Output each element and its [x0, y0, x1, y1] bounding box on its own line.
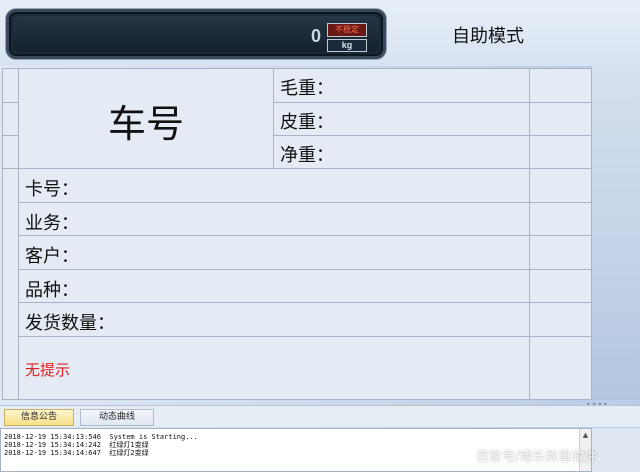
- hint-text: 无提示: [25, 361, 71, 379]
- business-value-cell: [530, 203, 592, 236]
- watermark: 百家号/博乐称重软件: [476, 450, 598, 465]
- scroll-up-arrow-icon[interactable]: ▲: [581, 431, 590, 440]
- variety-cell: 品种：: [19, 270, 530, 303]
- car-number-label: 车号: [107, 102, 184, 146]
- variety-label: 品种：: [25, 280, 79, 301]
- card-number-cell: 卡号：: [19, 169, 530, 203]
- customer-cell: 客户：: [19, 236, 530, 270]
- tab-dynamic-curve[interactable]: 动态曲线: [80, 409, 154, 426]
- hint-value-cell: [530, 337, 592, 400]
- net-weight-label: 净重：: [280, 145, 334, 166]
- tab-info-notice[interactable]: 信息公告: [4, 409, 74, 426]
- card-number-value-cell: [530, 169, 592, 203]
- business-cell: 业务：: [19, 203, 530, 236]
- log-line: 2018-12-19 15:34:14:647 红绿灯2变绿: [4, 449, 149, 457]
- scale-display-screen: 0 不稳定 kg: [13, 16, 379, 52]
- net-weight-cell: 净重：: [274, 136, 530, 169]
- log-line: 2018-12-19 15:34:14:242 红绿灯1变绿: [4, 441, 149, 449]
- variety-value-cell: [530, 270, 592, 303]
- log-line: 2018-12-19 15:34:13:546 System is Starti…: [4, 433, 198, 441]
- delivery-quantity-cell: 发货数量：: [19, 303, 530, 337]
- tare-weight-cell: 皮重：: [274, 103, 530, 136]
- weighing-info-grid: 车号 毛重： 皮重： 净重： 卡号： 业务： 客户： 品种： 发货数量： 无提示: [2, 68, 592, 400]
- card-number-label: 卡号：: [25, 179, 79, 200]
- customer-label: 客户：: [25, 246, 79, 267]
- tare-weight-label: 皮重：: [280, 112, 334, 133]
- business-label: 业务：: [25, 213, 79, 234]
- grid-margin-cell: [3, 169, 19, 400]
- bottom-tab-bar: 信息公告 动态曲线: [0, 405, 640, 427]
- grid-margin-cell: [3, 69, 19, 103]
- scale-display: 0 不稳定 kg: [6, 9, 386, 59]
- gross-weight-value-cell: [530, 69, 592, 103]
- weight-value: 0: [310, 26, 321, 46]
- unit-badge: kg: [327, 39, 367, 52]
- delivery-quantity-label: 发货数量：: [25, 313, 115, 334]
- tare-weight-value-cell: [530, 103, 592, 136]
- grid-margin-cell: [3, 103, 19, 136]
- hint-cell: 无提示: [19, 337, 530, 400]
- gross-weight-label: 毛重：: [280, 78, 334, 99]
- log-lines: 2018-12-19 15:34:13:546 System is Starti…: [1, 433, 198, 457]
- top-bar: 0 不稳定 kg 自助模式: [0, 0, 640, 66]
- delivery-quantity-value-cell: [530, 303, 592, 337]
- customer-value-cell: [530, 236, 592, 270]
- mode-label: 自助模式: [452, 26, 524, 47]
- stability-status-badge: 不稳定: [327, 23, 367, 37]
- grid-margin-cell: [3, 136, 19, 169]
- net-weight-value-cell: [530, 136, 592, 169]
- gross-weight-cell: 毛重：: [274, 69, 530, 103]
- log-side-panel: [592, 428, 640, 472]
- car-number-cell: 车号: [19, 69, 274, 169]
- right-panel-strip: [592, 66, 640, 400]
